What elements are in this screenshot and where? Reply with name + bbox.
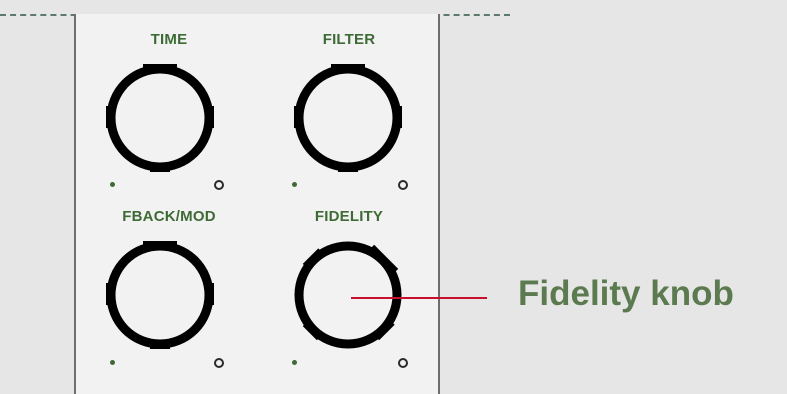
callout-pointer-line: [351, 297, 487, 299]
knob-label-time: TIME: [150, 31, 188, 48]
time-knob[interactable]: [100, 58, 220, 178]
led-indicator-hollow: [398, 180, 408, 190]
led-indicator-hollow: [214, 358, 224, 368]
filter-knob[interactable]: [288, 58, 408, 178]
led-indicator-filled: [110, 182, 115, 187]
effect-panel: TIME FILTER FBACK/MOD FIDELITY: [74, 14, 440, 394]
callout-label: Fidelity knob: [518, 274, 734, 313]
fidelity-knob[interactable]: [288, 235, 408, 355]
led-indicator-hollow: [398, 358, 408, 368]
knob-label-fback-mod: FBACK/MOD: [122, 208, 216, 225]
led-indicator-filled: [292, 360, 297, 365]
fback-mod-knob[interactable]: [100, 235, 220, 355]
knob-label-filter: FILTER: [322, 31, 376, 48]
led-indicator-filled: [110, 360, 115, 365]
led-indicator-filled: [292, 182, 297, 187]
knob-label-fidelity: FIDELITY: [314, 208, 384, 225]
led-indicator-hollow: [214, 180, 224, 190]
